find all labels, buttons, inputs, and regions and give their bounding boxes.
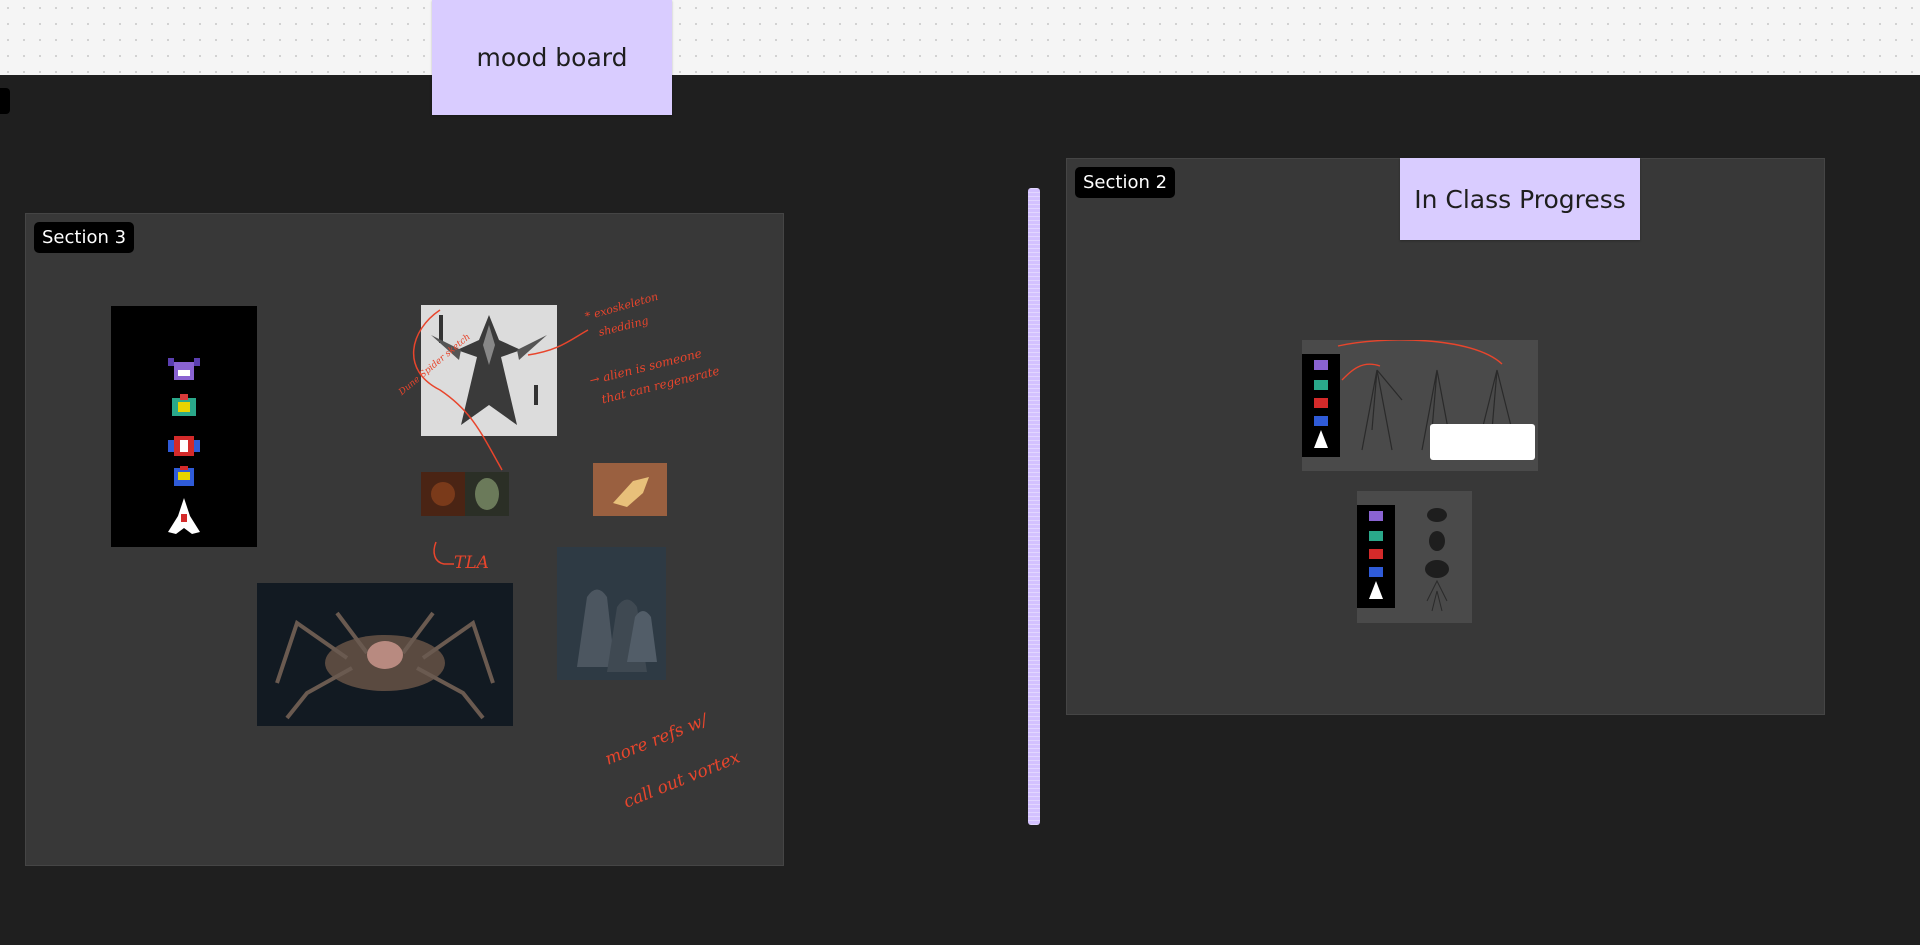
progress-sketch-sheet-2[interactable] [1357,491,1472,623]
progress-sketch-sheet-1[interactable] [1302,340,1538,471]
canvas-top-area [0,0,1920,75]
in-class-progress-text: In Class Progress [1414,184,1626,214]
hooded-figures-image[interactable] [557,547,666,680]
spider-creature-image[interactable] [257,583,513,726]
progress-sketch-sheet-2-graphic [1357,505,1449,612]
annotation-tla: TLA [454,553,489,573]
hooded-figures-graphic [557,547,666,680]
progress-sketch-sheet-1-graphic [1302,340,1535,460]
annotation-strokes [413,309,589,471]
frame-label-edge[interactable] [0,88,10,114]
mood-board-sticky[interactable]: mood board [432,0,672,115]
vertical-divider-shape[interactable] [1028,188,1040,825]
mood-board-text: mood board [476,43,628,72]
galaga-sprites-graphic [168,358,200,534]
section-2-label[interactable]: Section 2 [1075,167,1176,198]
spider-creature-graphic [257,583,513,726]
galaga-sprites-image[interactable] [111,306,257,547]
in-class-progress-sticky[interactable]: In Class Progress [1400,158,1640,240]
section-3-label[interactable]: Section 3 [34,222,135,253]
